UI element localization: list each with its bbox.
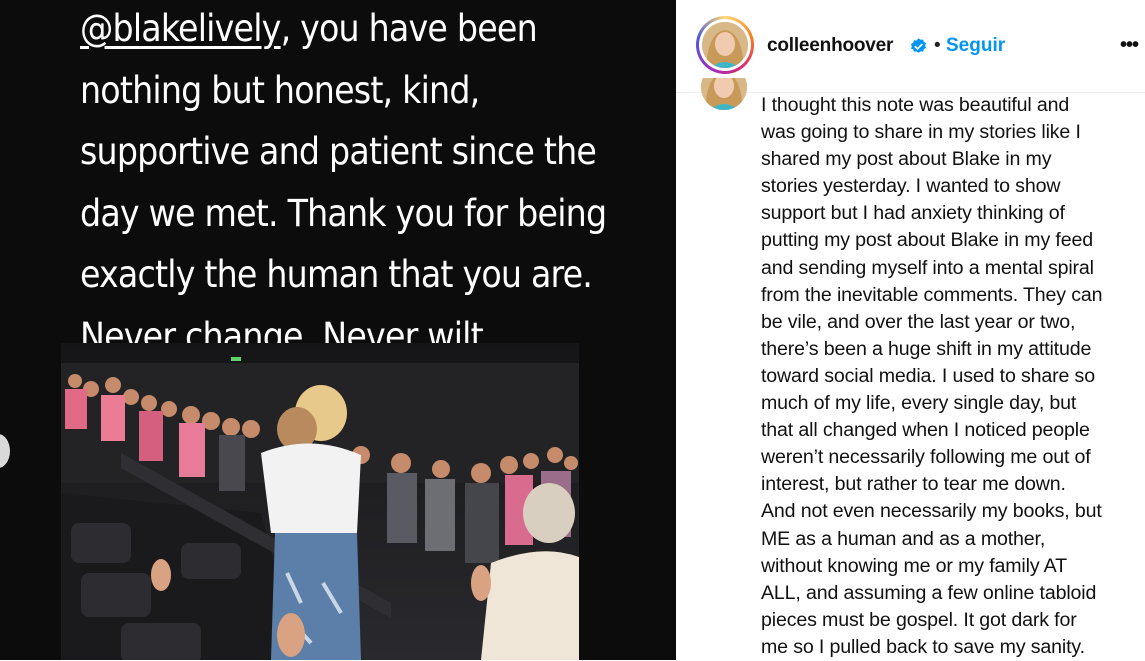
quote-line: supportive and patient since the xyxy=(80,130,597,174)
quote-mention: @blakelively xyxy=(80,7,281,50)
caption-line: stories yesterday. I wanted to show xyxy=(761,175,1061,198)
caption-line: pieces must be gospel. It got dark for xyxy=(761,608,1077,631)
story-quote-text: @blakelively, you have been nothing but … xyxy=(80,0,640,368)
caption-line: I thought this note was beautiful and xyxy=(761,94,1070,116)
caption-line: that all changed when I noticed people xyxy=(761,419,1090,442)
caption-line: there’s been a huge shift in my attitude xyxy=(761,337,1092,360)
caption-line: ALL, and assuming a few online tabloid xyxy=(761,581,1097,604)
more-options-icon[interactable]: ••• xyxy=(1120,34,1139,57)
caption-line: putting my post about Blake in my feed xyxy=(761,229,1093,252)
caption-line: much of my life, every single day, but xyxy=(761,392,1077,415)
quote-line: day we met. Thank you for being xyxy=(80,191,607,235)
caption-line: me so I pulled back to save my sanity. xyxy=(761,635,1085,658)
quote-line: nothing but honest, kind, xyxy=(80,68,480,112)
caption-line: was going to share in my stories like I xyxy=(761,121,1081,144)
caption-line: without knowing me or my family AT xyxy=(761,554,1067,577)
quote-line: , you have been xyxy=(280,7,538,50)
post-caption: I thought this note was beautiful and wa… xyxy=(761,92,1141,661)
caption-line: be vile, and over the last year or two, xyxy=(761,310,1076,333)
post-media[interactable]: @blakelively, you have been nothing but … xyxy=(0,0,676,660)
caption-line: interest, but rather to tear me down. xyxy=(761,473,1066,496)
caption-line: weren’t necessarily following me out of xyxy=(761,446,1091,469)
caption-line: support but I had anxiety thinking of xyxy=(761,202,1065,225)
follow-button[interactable]: Seguir xyxy=(946,35,1005,57)
quote-line: exactly the human that you are. xyxy=(80,253,593,297)
post-sidebar: colleenhoover • Seguir ••• I thought thi… xyxy=(676,0,1145,660)
carousel-prev-icon[interactable] xyxy=(0,434,10,468)
caption-avatar[interactable] xyxy=(701,78,747,110)
event-photo xyxy=(61,343,579,660)
caption-line: and sending myself into a mental spiral xyxy=(761,256,1094,279)
caption-line: from the inevitable comments. They can xyxy=(761,283,1103,306)
caption-line: shared my post about Blake in my xyxy=(761,148,1052,171)
caption-line: And not even necessarily my books, but xyxy=(761,500,1102,523)
caption-line: ME as a human and as a mother, xyxy=(761,527,1046,550)
verified-badge-icon xyxy=(910,38,927,53)
separator-dot: • xyxy=(934,35,941,56)
avatar[interactable] xyxy=(696,16,754,74)
caption-line: toward social media. I used to share so xyxy=(761,364,1095,387)
username-link[interactable]: colleenhoover xyxy=(767,35,893,57)
